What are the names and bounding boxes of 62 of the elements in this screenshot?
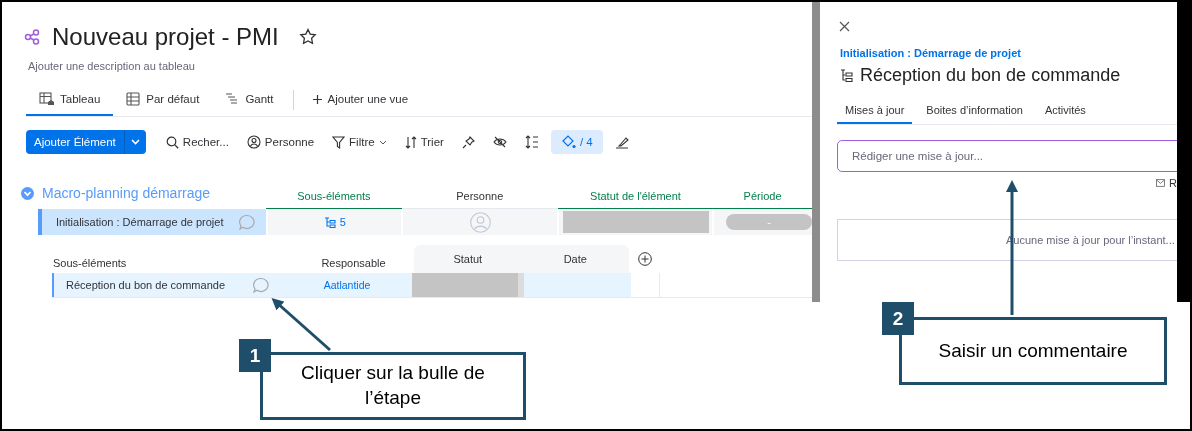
column-header: Statut bbox=[452, 253, 484, 265]
mail-icon[interactable] bbox=[1156, 178, 1166, 188]
update-field[interactable]: Rédiger une mise à jour... bbox=[837, 140, 1177, 172]
item-name-cell[interactable]: Initialisation : Démarrage de projet bbox=[41, 209, 267, 235]
view-tab[interactable]: Gantt bbox=[212, 84, 287, 116]
status-cell[interactable] bbox=[562, 211, 709, 233]
view-tab[interactable]: Par défaut bbox=[113, 84, 213, 116]
pin-icon bbox=[461, 135, 475, 149]
item-name: Initialisation : Démarrage de projet bbox=[55, 216, 224, 228]
star-icon[interactable] bbox=[298, 28, 317, 46]
table-icon bbox=[39, 92, 54, 106]
date-cell[interactable] bbox=[524, 273, 631, 297]
color-tool[interactable]: / 4 bbox=[550, 130, 603, 154]
owner-cell[interactable]: Aatlantide bbox=[282, 273, 412, 297]
gantt-icon bbox=[225, 92, 240, 106]
comment-bubble-icon[interactable] bbox=[252, 276, 270, 294]
subitem-name: Réception du bon de commande bbox=[66, 279, 225, 291]
callout-text: Cliquer sur la bulle de l’étape bbox=[300, 361, 486, 410]
sort-tool[interactable]: Trier bbox=[398, 130, 450, 154]
step-badge: 2 bbox=[882, 302, 914, 335]
callout-text: Saisir un commentaire bbox=[938, 338, 1128, 363]
column-header: Sous-éléments bbox=[52, 256, 128, 271]
person-icon bbox=[246, 135, 261, 149]
subitem-icon bbox=[840, 69, 854, 82]
paint-bucket-icon bbox=[560, 135, 576, 149]
chevron-icon bbox=[378, 139, 387, 145]
panel-tab[interactable]: Boites d’information bbox=[918, 100, 1031, 124]
close-icon[interactable] bbox=[839, 21, 850, 32]
search-icon bbox=[165, 135, 179, 149]
caret-icon bbox=[130, 139, 140, 145]
person-tool[interactable]: Personne bbox=[240, 130, 321, 154]
column-header: Responsable bbox=[320, 256, 387, 271]
panel-tab[interactable]: Mises à jour bbox=[837, 100, 913, 124]
subitem-name-cell[interactable]: Réception du bon de commande bbox=[54, 273, 282, 297]
search-tool[interactable]: Recher... bbox=[159, 130, 235, 154]
board-title: Nouveau projet - PMI bbox=[52, 23, 279, 51]
mail-link[interactable]: R bbox=[1169, 177, 1177, 189]
subitems-icon bbox=[323, 216, 336, 228]
breadcrumb-link[interactable]: Initialisation : Démarrage de projet bbox=[840, 47, 1177, 59]
plus-icon bbox=[312, 94, 322, 104]
filter-tool[interactable]: Filtre bbox=[326, 130, 393, 154]
eye-off-icon bbox=[492, 136, 507, 148]
sort-icon bbox=[404, 135, 417, 149]
panel-tab[interactable]: Activités bbox=[1036, 100, 1094, 124]
dropdown-button[interactable] bbox=[123, 130, 146, 154]
step-badge: 1 bbox=[239, 339, 271, 372]
panel-title: Réception du bon de commande bbox=[860, 65, 1121, 86]
share-icon bbox=[24, 29, 40, 45]
pencil-icon bbox=[614, 135, 629, 149]
comment-bubble-icon[interactable] bbox=[238, 213, 257, 231]
view-tab[interactable]: Tableau bbox=[26, 84, 114, 116]
filter-icon bbox=[332, 135, 346, 149]
subitems-count[interactable]: 5 bbox=[266, 209, 402, 235]
board-description[interactable]: Ajouter une description au tableau bbox=[28, 60, 812, 72]
table-icon bbox=[126, 92, 141, 106]
status-cell[interactable] bbox=[412, 273, 524, 297]
add-item-button[interactable]: Ajouter Élément bbox=[26, 130, 124, 154]
collapse-icon[interactable] bbox=[21, 186, 34, 200]
add-view-button[interactable]: Ajouter une vue bbox=[299, 84, 422, 116]
row-height-icon bbox=[524, 135, 539, 149]
column-header: Date bbox=[562, 253, 588, 265]
add-column-icon[interactable] bbox=[638, 252, 652, 266]
